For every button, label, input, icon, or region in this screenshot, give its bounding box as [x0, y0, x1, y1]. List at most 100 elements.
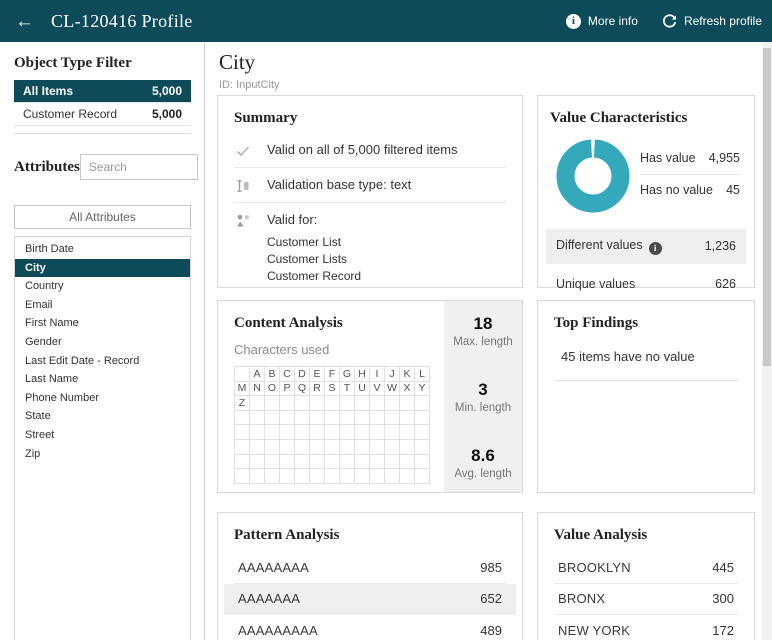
object-type-filter-list: All Items5,000Customer Record5,000 [14, 80, 191, 126]
summary-rows: Valid on all of 5,000 filtered itemsVali… [234, 133, 506, 293]
char-cell: Q [295, 382, 310, 397]
summary-row: Validation base type: text [234, 168, 506, 203]
char-cell [280, 469, 295, 484]
back-button[interactable]: ← [15, 12, 34, 31]
char-cell [400, 440, 415, 455]
value-row[interactable]: BROOKLYN445 [554, 552, 738, 584]
char-cell [415, 411, 430, 426]
char-cell [310, 440, 325, 455]
char-cell [295, 469, 310, 484]
pattern-row[interactable]: AAAAAAAAA489 [234, 615, 506, 640]
top-findings-card: Top Findings 45 items have no value [537, 300, 755, 493]
stat-label: Min. length [455, 402, 511, 414]
attributes-title: Attributes [14, 159, 80, 176]
attribute-list-item[interactable]: Birth Date [15, 240, 190, 259]
pattern-row[interactable]: AAAAAAA652 [224, 584, 516, 616]
attribute-list-item[interactable]: Zip [15, 445, 190, 464]
attribute-list-item[interactable]: Country [15, 277, 190, 296]
char-cell [355, 469, 370, 484]
pattern-count: 489 [480, 623, 502, 638]
scrollbar-thumb[interactable] [763, 48, 771, 366]
attribute-list-item[interactable]: First Name [15, 314, 190, 333]
char-cell [385, 396, 400, 411]
char-cell: J [385, 367, 400, 382]
pattern-text: AAAAAAAA [238, 560, 309, 575]
char-cell [310, 396, 325, 411]
characters-used-grid: ABCDEFGHIJKLMNOPQRSTUVWXYZ [234, 366, 430, 484]
char-cell [385, 455, 400, 470]
attribute-list-item[interactable]: Last Edit Date - Record [15, 352, 190, 371]
char-cell [400, 425, 415, 440]
value-row[interactable]: NEW YORK172 [554, 615, 738, 640]
char-cell [415, 396, 430, 411]
char-cell [400, 396, 415, 411]
char-cell [370, 469, 385, 484]
stat-label: Avg. length [454, 468, 511, 480]
attribute-list-item[interactable]: Street [15, 426, 190, 445]
value-count: 172 [712, 623, 734, 638]
char-cell: P [280, 382, 295, 397]
stat-value: 3 [455, 380, 511, 400]
unique-values-count: 626 [715, 277, 736, 291]
char-cell [355, 455, 370, 470]
char-cell [325, 411, 340, 426]
object-types-icon [234, 213, 252, 229]
valid-for-item: Customer Lists [267, 251, 361, 268]
pattern-row[interactable]: AAAAAAAA985 [234, 552, 506, 584]
attribute-list-item[interactable]: Last Name [15, 370, 190, 389]
has-value-count: 4,955 [709, 151, 740, 165]
more-info-label: More info [588, 14, 638, 28]
attribute-list-item[interactable]: City [15, 259, 190, 278]
char-cell [265, 411, 280, 426]
value-row[interactable]: BRONX300 [554, 584, 738, 616]
attribute-list-item[interactable]: Email [15, 296, 190, 315]
value-characteristics-title: Value Characteristics [550, 110, 742, 127]
vertical-scrollbar[interactable] [762, 42, 772, 640]
value-count: 445 [712, 560, 734, 575]
app-header: ← CL-120416 Profile i More info Refresh … [0, 0, 772, 42]
char-cell [265, 455, 280, 470]
object-type-filter-item[interactable]: All Items5,000 [14, 80, 191, 103]
stat-label: Max. length [453, 336, 512, 348]
attribute-page-title: City [219, 50, 255, 75]
filter-item-count: 5,000 [152, 107, 182, 121]
more-info-button[interactable]: i More info [566, 14, 638, 29]
char-cell [355, 396, 370, 411]
sidebar: Object Type Filter All Items5,000Custome… [0, 42, 205, 640]
app-window: ← CL-120416 Profile i More info Refresh … [0, 0, 772, 640]
char-cell [325, 425, 340, 440]
char-cell: G [340, 367, 355, 382]
char-cell [250, 455, 265, 470]
char-cell [385, 440, 400, 455]
attribute-list-item[interactable]: Gender [15, 333, 190, 352]
attribute-list-item[interactable]: State [15, 407, 190, 426]
char-cell [415, 455, 430, 470]
object-type-filter-title: Object Type Filter [14, 55, 132, 72]
char-cell [265, 469, 280, 484]
object-type-filter-item[interactable]: Customer Record5,000 [14, 103, 191, 126]
check-icon [234, 143, 252, 159]
stat-value: 18 [453, 314, 512, 334]
char-cell: R [310, 382, 325, 397]
char-cell [295, 396, 310, 411]
info-icon[interactable]: i [649, 242, 662, 255]
char-cell [370, 455, 385, 470]
char-cell: E [310, 367, 325, 382]
value-analysis-title: Value Analysis [554, 527, 738, 544]
char-cell [370, 411, 385, 426]
attribute-list-item[interactable]: Phone Number [15, 389, 190, 408]
length-stats-panel: 18Max. length3Min. length8.6Avg. length [444, 301, 522, 492]
filter-item-count: 5,000 [152, 84, 182, 98]
char-cell [250, 469, 265, 484]
attribute-search-input[interactable] [80, 154, 198, 180]
char-cell [325, 469, 340, 484]
all-attributes-button[interactable]: All Attributes [14, 205, 191, 229]
finding-item[interactable]: 45 items have no value [554, 332, 738, 381]
char-cell [250, 425, 265, 440]
char-cell [370, 396, 385, 411]
refresh-profile-button[interactable]: Refresh profile [662, 14, 762, 29]
valid-for-item: Customer Record [267, 268, 361, 285]
char-cell [385, 425, 400, 440]
different-values-count: 1,236 [705, 239, 736, 253]
char-cell: W [385, 382, 400, 397]
